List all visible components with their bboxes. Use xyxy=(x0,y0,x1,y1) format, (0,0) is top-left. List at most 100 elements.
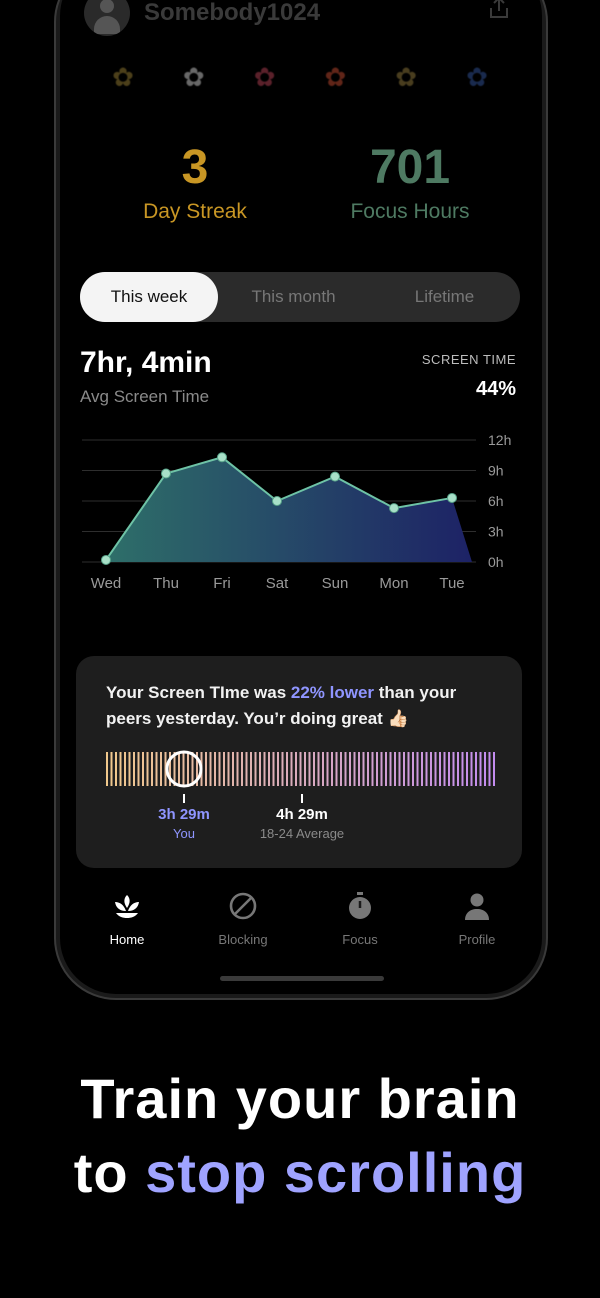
distribution-tick xyxy=(484,752,486,786)
distribution-tick xyxy=(133,752,135,786)
share-icon[interactable] xyxy=(488,0,510,20)
streak-label: Day Streak xyxy=(143,200,247,223)
nav-focus[interactable]: Focus xyxy=(315,890,405,947)
distribution-tick xyxy=(488,752,491,786)
distribution-tick xyxy=(349,752,351,786)
tab-this-month[interactable]: This month xyxy=(218,272,369,322)
y-tick-label: 0h xyxy=(488,554,504,570)
chart-point xyxy=(101,554,111,565)
distribution-tick xyxy=(299,752,302,786)
distribution-tick xyxy=(331,752,333,786)
x-tick-label: Thu xyxy=(153,575,179,592)
distribution-tick xyxy=(277,752,279,786)
lotus-badge-icon: ✿ xyxy=(182,61,205,92)
distribution-tick xyxy=(470,752,473,786)
distribution-tick xyxy=(236,752,239,786)
distribution-tick xyxy=(457,752,459,786)
streak-value: 3 xyxy=(181,141,209,194)
distribution-tick xyxy=(367,752,369,786)
distribution-tick xyxy=(475,752,477,786)
screen-time-label: SCREEN TIME xyxy=(421,352,516,367)
distribution-tick xyxy=(155,752,158,786)
distribution-tick xyxy=(290,752,293,786)
distribution-tick xyxy=(218,752,221,786)
distribution-tick xyxy=(452,752,455,786)
distribution-tick xyxy=(358,752,360,786)
tab-lifetime[interactable]: Lifetime xyxy=(369,272,520,322)
screen-time-percent: 44% xyxy=(475,378,516,400)
chart-point xyxy=(217,452,227,463)
focus-stat: 701 Focus Hours xyxy=(330,144,490,224)
nav-home[interactable]: Home xyxy=(82,890,172,947)
x-tick-label: Wed xyxy=(91,575,122,592)
person-icon xyxy=(465,893,489,920)
distribution-tick xyxy=(232,752,234,786)
average-label: 18-24 Average xyxy=(259,826,345,841)
distribution-tick xyxy=(326,752,329,786)
distribution-tick xyxy=(245,752,248,786)
nav-profile[interactable]: Profile xyxy=(432,890,522,947)
distribution-tick xyxy=(466,752,468,786)
chart-point xyxy=(330,471,340,482)
tagline-line-1: Train your brain xyxy=(80,1067,520,1130)
distribution-tick xyxy=(214,752,216,786)
focus-value: 701 xyxy=(369,141,451,194)
y-tick-label: 12h xyxy=(488,432,511,448)
chart-point xyxy=(447,492,457,503)
lotus-badge-icon: ✿ xyxy=(112,61,134,92)
distribution-tick xyxy=(448,752,450,786)
lotus-icon xyxy=(115,895,139,918)
nav-home-label: Home xyxy=(109,932,145,947)
nav-blocking-label: Blocking xyxy=(218,932,268,947)
bottom-nav: Home Blocking Focus Profile xyxy=(60,890,542,950)
nav-profile-label: Profile xyxy=(458,932,496,947)
user-header: Somebody1024 xyxy=(84,0,320,36)
x-tick-label: Fri xyxy=(213,575,231,592)
avatar[interactable] xyxy=(84,0,130,36)
distribution-tick xyxy=(394,752,396,786)
home-indicator[interactable] xyxy=(220,976,384,981)
distribution-tick xyxy=(385,752,387,786)
x-tick-label: Sat xyxy=(266,575,289,592)
distribution-tick xyxy=(137,752,140,786)
distribution-tick xyxy=(241,752,243,786)
lotus-badge-icon: ✿ xyxy=(253,61,276,92)
distribution-tick xyxy=(119,752,122,786)
block-icon xyxy=(229,892,257,920)
distribution-tick xyxy=(335,752,338,786)
distribution-tick xyxy=(412,752,414,786)
avg-screen-time-label: Avg Screen Time xyxy=(80,387,210,406)
nav-blocking[interactable]: Blocking xyxy=(198,890,288,947)
you-label: You xyxy=(173,826,195,841)
distribution-tick xyxy=(124,752,126,786)
chart-point xyxy=(161,468,171,479)
distribution-tick xyxy=(268,752,270,786)
distribution-tick xyxy=(439,752,441,786)
distribution-tick xyxy=(286,752,288,786)
distribution-tick xyxy=(115,752,117,786)
distribution-tick xyxy=(353,752,356,786)
distribution-tick xyxy=(416,752,419,786)
distribution-tick xyxy=(191,752,194,786)
lotus-badge-icon: ✿ xyxy=(466,61,488,92)
distribution-tick xyxy=(209,752,212,786)
distribution-tick xyxy=(403,752,405,786)
distribution-tick xyxy=(407,752,410,786)
chart-point xyxy=(389,503,399,514)
distribution-tick xyxy=(376,752,378,786)
lotus-badge-icon: ✿ xyxy=(324,61,347,92)
stopwatch-icon xyxy=(349,892,371,919)
distribution-tick xyxy=(344,752,347,786)
distribution-tick xyxy=(371,752,374,786)
you-value: 3h 29m xyxy=(158,806,210,823)
peer-comparison-card: Your Screen TIme was 22% lower than your… xyxy=(76,656,522,868)
distribution-tick xyxy=(317,752,320,786)
distribution-tick xyxy=(313,752,315,786)
tab-this-week[interactable]: This week xyxy=(80,272,218,322)
distribution-tick xyxy=(434,752,437,786)
y-tick-label: 3h xyxy=(488,524,504,540)
avg-screen-time-value: 7hr, 4min xyxy=(80,346,212,379)
focus-label: Focus Hours xyxy=(350,200,470,223)
tagline-accent: stop scrolling xyxy=(145,1141,527,1204)
distribution-tick xyxy=(223,752,225,786)
